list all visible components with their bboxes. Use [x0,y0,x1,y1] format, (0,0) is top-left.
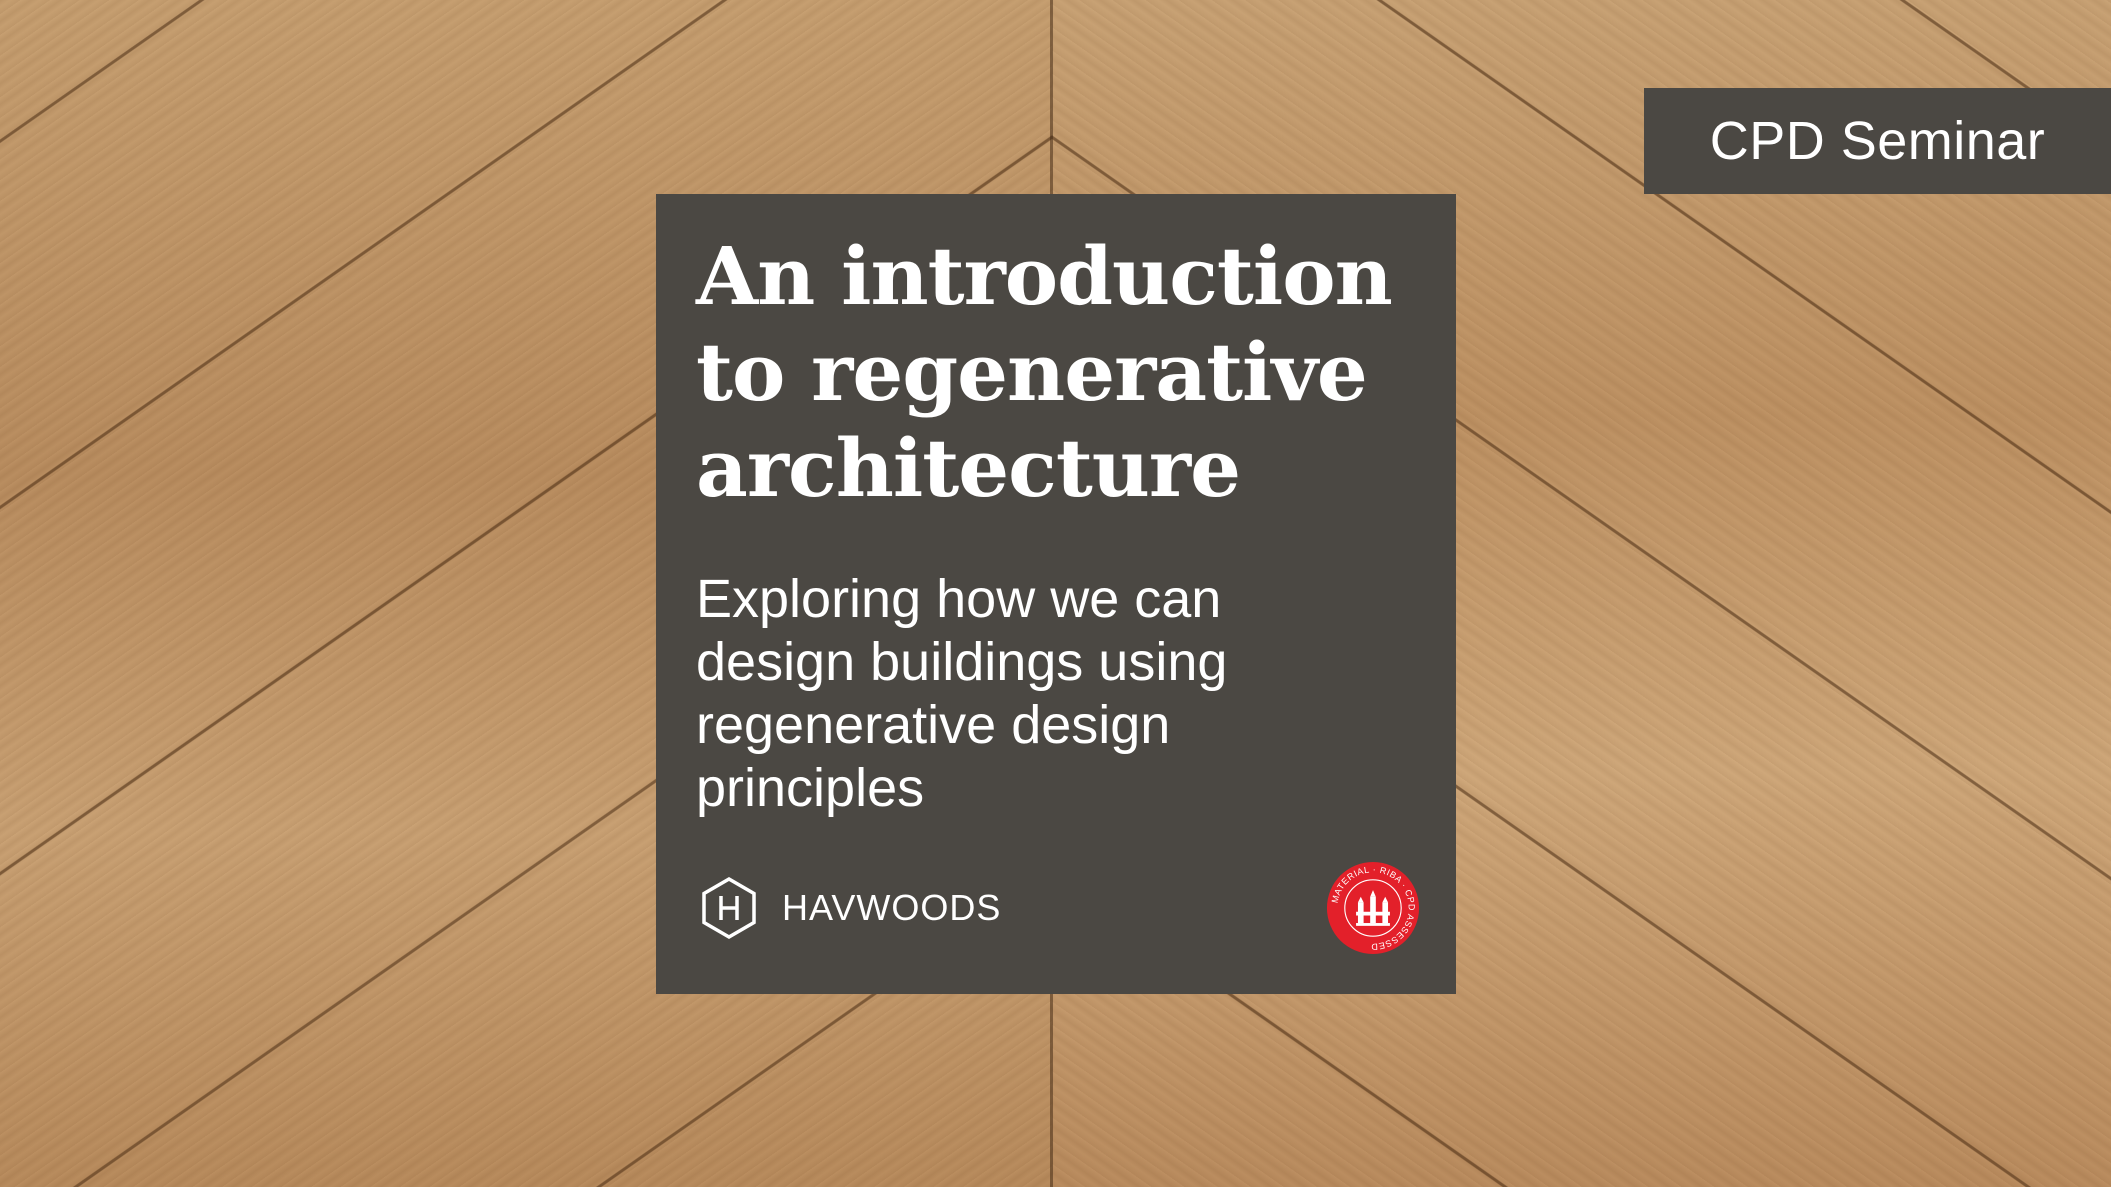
riba-cpd-assessed-badge: MATERIAL · RIBA · CPD ASSESSED [1326,861,1420,955]
havwoods-brand: HAVWOODS [700,876,1001,940]
seminar-title: An introduction to regenerative architec… [696,229,1393,515]
cpd-seminar-label: CPD Seminar [1709,111,2046,171]
brand-name: HAVWOODS [782,887,1002,928]
seminar-card: An introduction to regenerative architec… [656,194,1456,994]
cpd-seminar-tag: CPD Seminar [1644,88,2111,194]
card-footer: HAVWOODS MATERIAL · RIBA · CPD ASSESSED [700,858,1420,958]
hexagon-h-logo-icon [702,876,756,940]
seminar-subtitle: Exploring how we can design buildings us… [696,569,1228,818]
